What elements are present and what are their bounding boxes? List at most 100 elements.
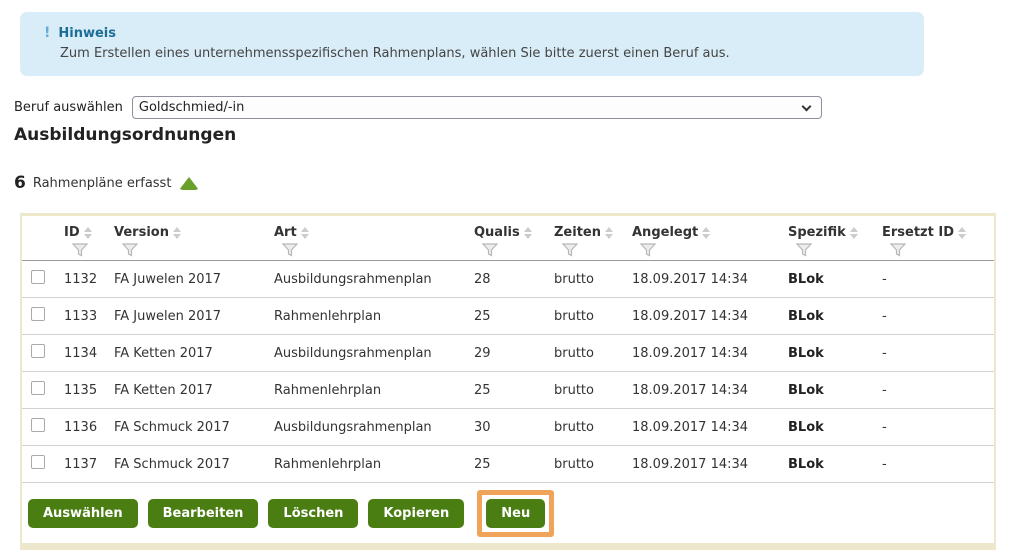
- beruf-select[interactable]: Goldschmied/-in: [131, 96, 822, 119]
- filter-funnel-icon[interactable]: [482, 243, 498, 257]
- row-checkbox[interactable]: [31, 381, 45, 395]
- sort-arrows-icon[interactable]: [83, 226, 92, 239]
- cell-spezifik: BLok: [784, 260, 878, 298]
- filter-funnel-icon[interactable]: [890, 243, 906, 257]
- row-checkbox[interactable]: [31, 270, 45, 284]
- cell-spezifik: BLok: [784, 445, 878, 482]
- sort-arrows-icon[interactable]: [702, 226, 711, 239]
- cell-qualis: 28: [470, 260, 550, 298]
- action-button-bar: Auswählen Bearbeiten Löschen Kopieren Ne…: [22, 482, 994, 543]
- loeschen-button[interactable]: Löschen: [268, 499, 359, 528]
- column-header-id[interactable]: ID: [60, 216, 110, 261]
- filter-funnel-icon[interactable]: [72, 243, 88, 257]
- cell-angelegt: 18.09.2017 14:34: [628, 445, 784, 482]
- cell-id: 1137: [60, 445, 110, 482]
- result-count-row: 6 Rahmenpläne erfasst: [14, 173, 996, 193]
- cell-spezifik: BLok: [784, 297, 878, 335]
- column-header-angelegt[interactable]: Angelegt: [628, 216, 784, 261]
- cell-qualis: 25: [470, 297, 550, 335]
- column-label: Angelegt: [632, 224, 699, 240]
- beruf-select-label: Beruf auswählen: [14, 100, 123, 115]
- table-row[interactable]: 1133 FA Juwelen 2017 Rahmenlehrplan 25 b…: [22, 297, 994, 335]
- cell-zeiten: brutto: [550, 260, 628, 298]
- column-label: Zeiten: [554, 224, 601, 240]
- result-count-label: Rahmenpläne erfasst: [32, 175, 172, 191]
- page-title: Ausbildungsordnungen: [14, 125, 237, 145]
- cell-art: Rahmenlehrplan: [270, 445, 470, 482]
- column-label: Version: [114, 224, 169, 240]
- row-checkbox[interactable]: [31, 455, 45, 469]
- column-header-ersetzt-id[interactable]: Ersetzt ID: [878, 216, 994, 261]
- cell-art: Ausbildungsrahmenplan: [270, 334, 470, 372]
- table-row[interactable]: 1135 FA Ketten 2017 Rahmenlehrplan 25 br…: [22, 371, 994, 409]
- cell-ersetzt-id: -: [878, 260, 994, 298]
- bearbeiten-button[interactable]: Bearbeiten: [147, 499, 259, 528]
- cell-angelegt: 18.09.2017 14:34: [628, 297, 784, 335]
- cell-version: FA Juwelen 2017: [110, 297, 270, 335]
- collapse-toggle-icon[interactable]: [179, 176, 200, 190]
- sort-arrows-icon[interactable]: [849, 226, 858, 239]
- cell-spezifik: BLok: [784, 371, 878, 409]
- cell-id: 1136: [60, 408, 110, 446]
- header-checkbox-spacer: [22, 216, 60, 261]
- cell-id: 1135: [60, 371, 110, 409]
- cell-zeiten: brutto: [550, 445, 628, 482]
- notice-title-row: ! Hinweis: [44, 25, 908, 41]
- column-header-qualis[interactable]: Qualis: [470, 216, 550, 261]
- cell-art: Rahmenlehrplan: [270, 371, 470, 409]
- column-label: Spezifik: [788, 224, 846, 240]
- cell-spezifik: BLok: [784, 408, 878, 446]
- cell-version: FA Ketten 2017: [110, 334, 270, 372]
- table-row[interactable]: 1134 FA Ketten 2017 Ausbildungsrahmenpla…: [22, 334, 994, 372]
- filter-funnel-icon[interactable]: [796, 243, 812, 257]
- cell-version: FA Ketten 2017: [110, 371, 270, 409]
- column-header-spezifik[interactable]: Spezifik: [784, 216, 878, 261]
- column-header-version[interactable]: Version: [110, 216, 270, 261]
- kopieren-button[interactable]: Kopieren: [368, 499, 465, 528]
- cell-qualis: 25: [470, 371, 550, 409]
- column-label: Ersetzt ID: [882, 224, 954, 240]
- table-row[interactable]: 1137 FA Schmuck 2017 Rahmenlehrplan 25 b…: [22, 445, 994, 482]
- sort-arrows-icon[interactable]: [523, 226, 532, 239]
- cell-zeiten: brutto: [550, 371, 628, 409]
- cell-ersetzt-id: -: [878, 408, 994, 446]
- sort-arrows-icon[interactable]: [605, 226, 613, 239]
- row-checkbox[interactable]: [31, 344, 45, 358]
- cell-angelegt: 18.09.2017 14:34: [628, 334, 784, 372]
- cell-zeiten: brutto: [550, 408, 628, 446]
- cell-spezifik: BLok: [784, 334, 878, 372]
- filter-funnel-icon[interactable]: [640, 243, 656, 257]
- sort-arrows-icon[interactable]: [172, 226, 181, 239]
- column-header-zeiten[interactable]: Zeiten: [550, 216, 628, 261]
- neu-button[interactable]: Neu: [486, 499, 546, 528]
- cell-qualis: 29: [470, 334, 550, 372]
- filter-funnel-icon[interactable]: [562, 243, 578, 257]
- cell-ersetzt-id: -: [878, 334, 994, 372]
- exclamation-icon: !: [44, 25, 51, 41]
- filter-funnel-icon[interactable]: [122, 243, 138, 257]
- beruf-select-wrap: Goldschmied/-in: [131, 96, 822, 119]
- rahmenplan-table-container: ID Version Art Qualis Zeiten Angelegt Sp…: [20, 213, 996, 550]
- cell-angelegt: 18.09.2017 14:34: [628, 408, 784, 446]
- cell-id: 1133: [60, 297, 110, 335]
- cell-angelegt: 18.09.2017 14:34: [628, 371, 784, 409]
- column-label: ID: [64, 224, 80, 240]
- hinweis-notice-box: ! Hinweis Zum Erstellen eines unternehme…: [20, 12, 924, 76]
- auswaehlen-button[interactable]: Auswählen: [28, 499, 138, 528]
- cell-ersetzt-id: -: [878, 371, 994, 409]
- table-row[interactable]: 1136 FA Schmuck 2017 Ausbildungsrahmenpl…: [22, 408, 994, 446]
- cell-id: 1132: [60, 260, 110, 298]
- row-checkbox[interactable]: [31, 307, 45, 321]
- column-header-art[interactable]: Art: [270, 216, 470, 261]
- table-row[interactable]: 1132 FA Juwelen 2017 Ausbildungsrahmenpl…: [22, 260, 994, 298]
- cell-qualis: 25: [470, 445, 550, 482]
- page: ! Hinweis Zum Erstellen eines unternehme…: [0, 0, 1010, 550]
- cell-art: Ausbildungsrahmenplan: [270, 408, 470, 446]
- cell-qualis: 30: [470, 408, 550, 446]
- filter-funnel-icon[interactable]: [282, 243, 298, 257]
- result-count: 6: [14, 173, 26, 193]
- column-label: Art: [274, 224, 297, 240]
- row-checkbox[interactable]: [31, 418, 45, 432]
- sort-arrows-icon[interactable]: [300, 226, 309, 239]
- sort-arrows-icon[interactable]: [958, 226, 966, 239]
